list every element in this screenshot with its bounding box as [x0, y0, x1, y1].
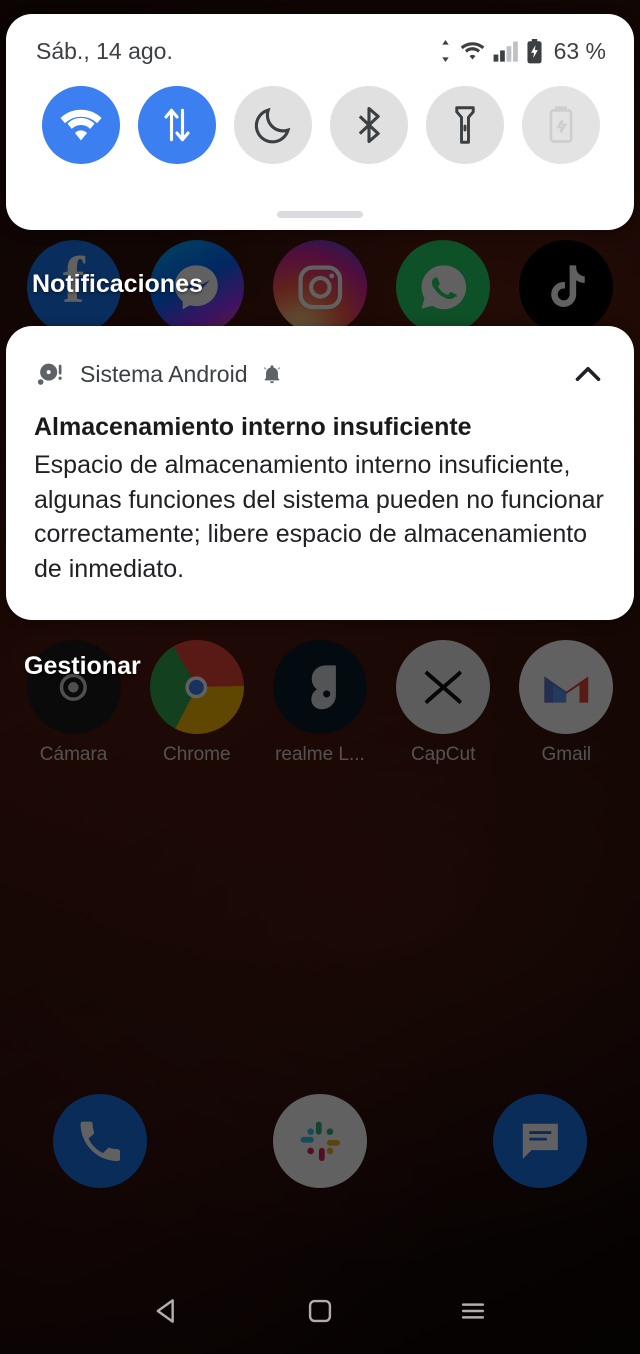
battery-saver-icon: [549, 106, 573, 143]
mobile-data-icon: [164, 108, 190, 142]
bluetooth-icon: [358, 106, 380, 144]
qs-tile-do-not-disturb[interactable]: [234, 86, 312, 164]
bell-silent-icon: [264, 365, 281, 384]
qs-tile-flashlight[interactable]: [426, 86, 504, 164]
status-icons: 63 %: [439, 38, 606, 65]
recents-icon: [462, 1303, 485, 1319]
home-button[interactable]: [294, 1285, 346, 1337]
notification-title: Almacenamiento interno insuficiente: [34, 413, 472, 441]
wifi-icon: [460, 42, 484, 60]
chevron-up-icon[interactable]: [570, 356, 606, 392]
status-bar: Sáb., 14 ago. 63 %: [6, 14, 634, 72]
back-button[interactable]: [141, 1285, 193, 1337]
quick-settings-panel: Sáb., 14 ago. 63 %: [6, 14, 634, 230]
notification-body: Espacio de almacenamiento interno insufi…: [34, 451, 604, 583]
moon-icon: [254, 107, 291, 144]
battery-charging-icon: [527, 38, 542, 63]
home-icon: [308, 1299, 332, 1323]
notification-card[interactable]: Sistema Android Almacenamiento interno i…: [6, 326, 634, 620]
back-icon: [156, 1299, 174, 1323]
notification-app-name: Sistema Android: [80, 360, 248, 387]
storage-alert-icon: [37, 363, 62, 385]
recents-button[interactable]: [447, 1285, 499, 1337]
qs-tile-wifi[interactable]: [42, 86, 120, 164]
manage-button[interactable]: Gestionar: [24, 652, 141, 681]
data-transfer-icon: [441, 40, 449, 62]
qs-tile-bluetooth[interactable]: [330, 86, 408, 164]
wifi-icon: [60, 109, 102, 141]
signal-bars-icon: [493, 41, 518, 62]
qs-tile-battery-saver[interactable]: [522, 86, 600, 164]
battery-percentage: 63 %: [553, 37, 606, 64]
notification-header: Sistema Android: [34, 352, 606, 396]
notifications-section-label: Notificaciones: [32, 270, 203, 298]
qs-tile-mobile-data[interactable]: [138, 86, 216, 164]
android-notification-shade: f: [0, 0, 640, 1354]
quick-settings-tiles: [6, 72, 634, 164]
flashlight-icon: [455, 106, 475, 144]
status-date: Sáb., 14 ago.: [36, 37, 173, 64]
navigation-bar: [0, 1268, 640, 1354]
drag-handle[interactable]: [277, 211, 363, 218]
